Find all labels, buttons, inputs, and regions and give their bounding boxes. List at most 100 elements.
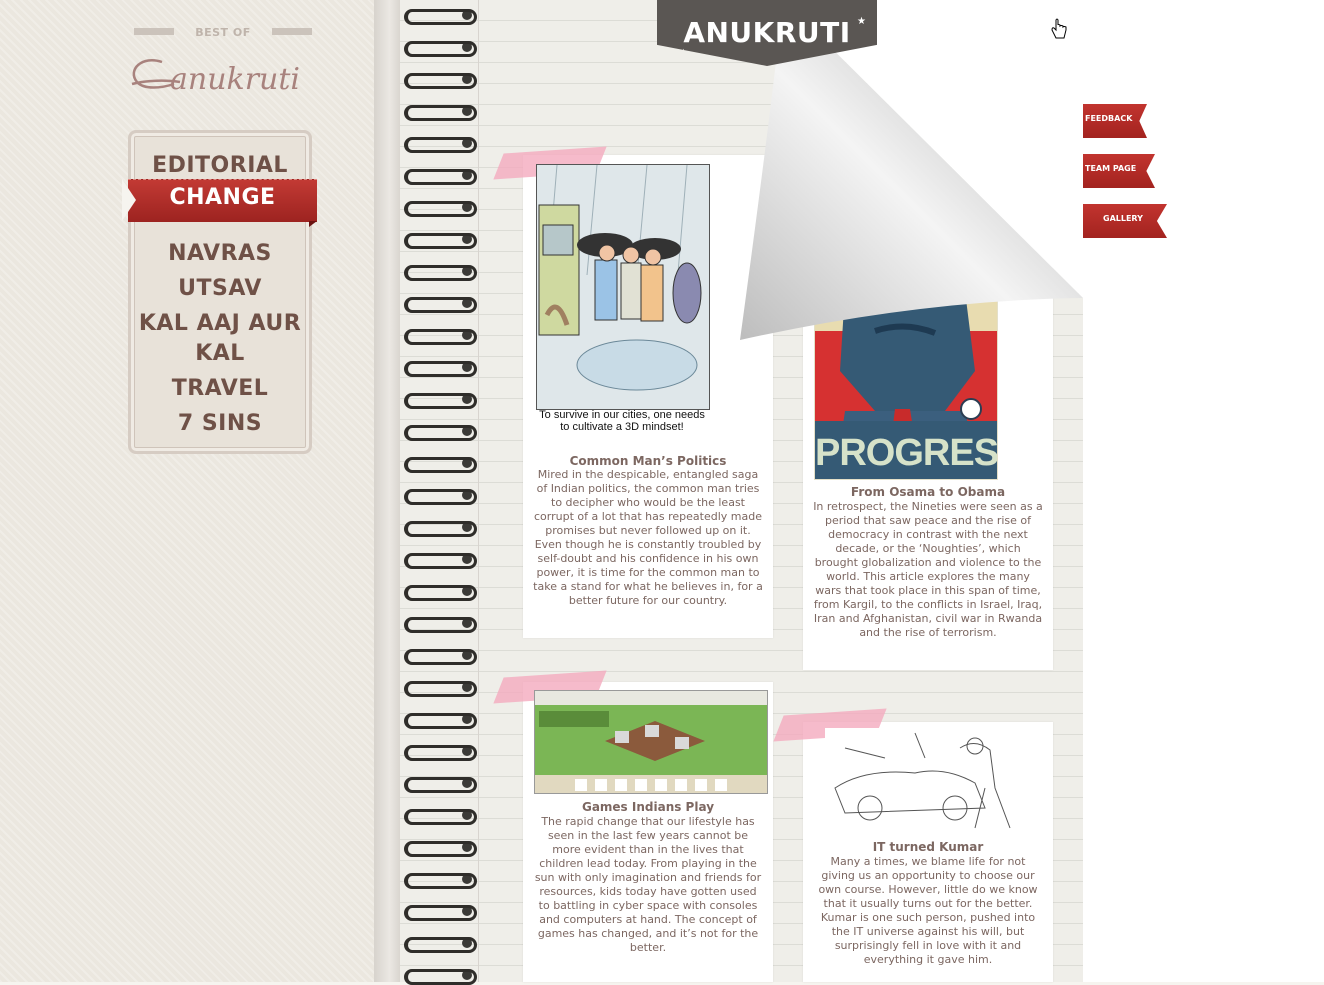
tab-team-page[interactable]: TEAM PAGE xyxy=(1083,154,1155,188)
game-screenshot-illustration xyxy=(535,691,767,793)
spiral-ring xyxy=(404,454,480,473)
spiral-ring xyxy=(404,486,480,505)
spiral-ring xyxy=(404,230,480,249)
spiral-ring xyxy=(404,582,480,601)
ring-wire xyxy=(404,681,477,697)
spiral-ring xyxy=(404,518,480,537)
spiral-ring xyxy=(404,806,480,825)
ring-wire xyxy=(404,137,477,153)
tab-gallery-label: GALLERY xyxy=(1103,214,1143,223)
article-title[interactable]: From Osama to Obama xyxy=(803,485,1053,499)
ring-wire xyxy=(404,937,477,953)
spiral-ring xyxy=(404,934,480,953)
article-title[interactable]: Common Man’s Politics xyxy=(523,454,773,468)
ring-wire xyxy=(404,329,477,345)
ring-wire xyxy=(404,649,477,665)
ring-wire xyxy=(404,233,477,249)
spiral-ring xyxy=(404,710,480,729)
article-description: In retrospect, the Nineties were seen as… xyxy=(813,500,1043,639)
spiral-ring xyxy=(404,326,480,345)
ring-wire xyxy=(404,585,477,601)
sketch-image[interactable] xyxy=(825,728,1043,836)
cartoon-caption: To survive in our cities, one needs to c… xyxy=(539,409,705,433)
ring-wire xyxy=(404,809,477,825)
farm-game-screenshot[interactable] xyxy=(534,690,768,794)
ring-wire xyxy=(404,713,477,729)
ring-wire xyxy=(404,425,477,441)
spiral-ring xyxy=(404,550,480,569)
divider-bar xyxy=(272,28,312,35)
article-description: Many a times, we blame life for not givi… xyxy=(818,855,1038,966)
article-title[interactable]: IT turned Kumar xyxy=(803,840,1053,854)
spiral-ring xyxy=(404,102,480,121)
ring-wire xyxy=(404,873,477,889)
menu-item-editorial[interactable]: EDITORIAL xyxy=(131,151,309,181)
spiral-ring xyxy=(404,870,480,889)
ring-wire xyxy=(404,553,477,569)
spiral-ring xyxy=(404,262,480,281)
tab-gallery[interactable]: GALLERY xyxy=(1083,204,1167,238)
tab-team-page-label: TEAM PAGE xyxy=(1085,164,1137,173)
logo-script-text: anukruti xyxy=(170,62,301,97)
menu-item-travel[interactable]: TRAVEL xyxy=(131,374,309,404)
menu-item-utsav[interactable]: UTSAV xyxy=(131,274,309,304)
ring-wire xyxy=(404,617,477,633)
spiral-ring xyxy=(404,70,480,89)
ribbon-fold xyxy=(309,221,317,227)
spiral-ring xyxy=(404,646,480,665)
header-title: ANUKRUTI xyxy=(683,16,851,49)
spiral-ring xyxy=(404,614,480,633)
ring-wire xyxy=(404,105,477,121)
ring-wire xyxy=(404,361,477,377)
spiral-ring xyxy=(404,838,480,857)
ring-wire xyxy=(404,905,477,921)
ring-wire xyxy=(404,521,477,537)
hand-cursor-icon xyxy=(1050,18,1068,46)
site-logo[interactable]: BEST OF anukruti xyxy=(120,20,320,120)
spiral-ring xyxy=(404,678,480,697)
right-background xyxy=(1083,0,1324,982)
spiral-ring xyxy=(404,198,480,217)
spiral-ring xyxy=(404,294,480,313)
spiral-ring xyxy=(404,742,480,761)
star-icon: ★ xyxy=(857,16,866,27)
ring-wire xyxy=(404,489,477,505)
menu-item-navras[interactable]: NAVRAS xyxy=(131,239,309,269)
logo-wordmark: anukruti xyxy=(120,48,325,108)
article-title[interactable]: Games Indians Play xyxy=(523,800,773,814)
spiral-binding xyxy=(404,0,484,985)
menu-item-change-label: CHANGE xyxy=(169,185,276,210)
spiral-ring xyxy=(404,166,480,185)
ring-wire xyxy=(404,841,477,857)
menu-item-kal-aaj-aur-kal[interactable]: KAL AAJ AUR KAL xyxy=(135,309,305,369)
ring-wire xyxy=(404,969,477,985)
ring-wire xyxy=(404,457,477,473)
article-description: The rapid change that our lifestyle has … xyxy=(534,815,762,954)
ring-wire xyxy=(404,41,477,57)
spiral-ring xyxy=(404,902,480,921)
ring-wire xyxy=(404,9,477,25)
spiral-ring xyxy=(404,38,480,57)
spiral-ring xyxy=(404,6,480,25)
ring-wire xyxy=(404,297,477,313)
spiral-ring xyxy=(404,358,480,377)
ring-wire xyxy=(404,73,477,89)
cartoon-image[interactable] xyxy=(536,164,710,410)
ring-wire xyxy=(404,745,477,761)
poster-caption: PROGRESS xyxy=(815,432,998,474)
tab-feedback-label: FEEDBACK xyxy=(1085,114,1133,123)
spiral-ring xyxy=(404,774,480,793)
tab-feedback[interactable]: FEEDBACK xyxy=(1083,104,1147,138)
notebook-spine xyxy=(374,0,400,982)
article-description: Mired in the despicable, entangled saga … xyxy=(533,468,763,607)
ribbon-tail xyxy=(122,179,136,221)
menu-item-change-active[interactable]: CHANGE xyxy=(122,179,317,227)
spiral-ring xyxy=(404,966,480,985)
ring-wire xyxy=(404,201,477,217)
cartoon-illustration xyxy=(537,164,709,409)
spiral-ring xyxy=(404,390,480,409)
ring-wire xyxy=(404,393,477,409)
pencil-sketch-illustration xyxy=(834,732,1011,829)
menu-item-7-sins[interactable]: 7 SINS xyxy=(131,409,309,439)
ring-wire xyxy=(404,265,477,281)
